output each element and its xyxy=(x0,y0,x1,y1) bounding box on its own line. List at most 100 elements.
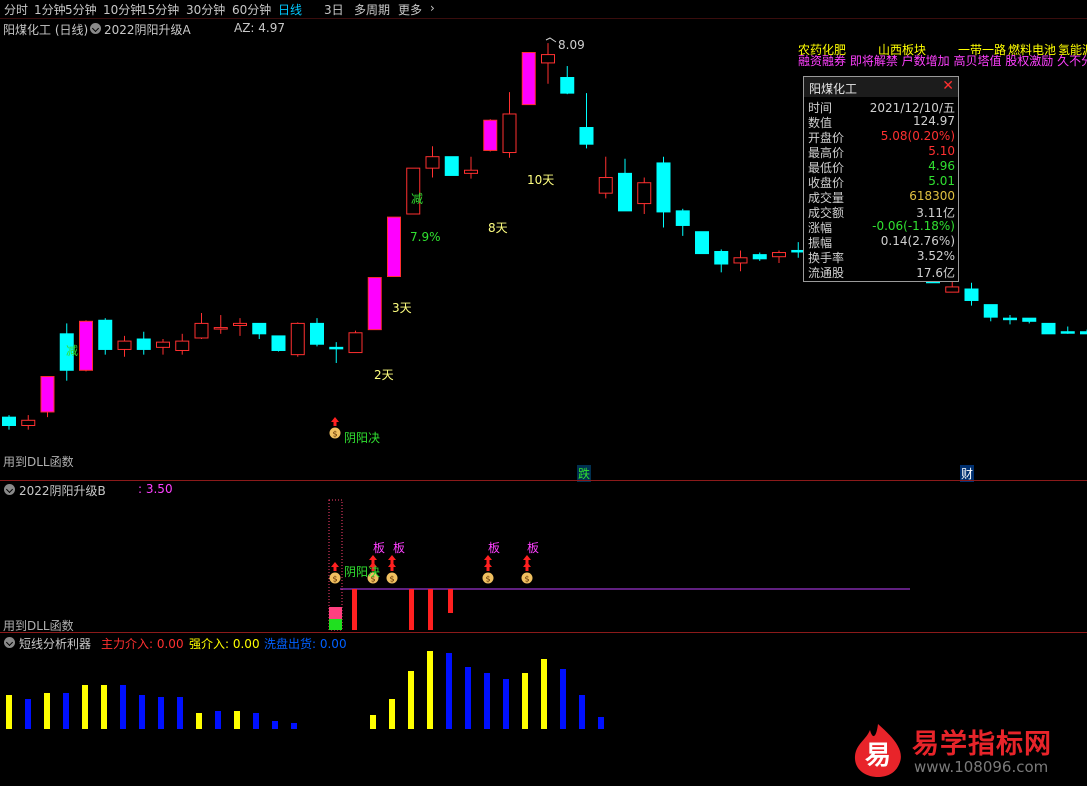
candle[interactable] xyxy=(194,312,209,340)
histogram-bar xyxy=(82,685,88,729)
info-row: 振幅 0.14(2.76%) xyxy=(804,234,958,250)
candle[interactable] xyxy=(618,158,632,212)
candle[interactable] xyxy=(40,376,55,418)
candle[interactable] xyxy=(2,415,16,430)
candle[interactable] xyxy=(579,93,594,149)
histogram-bar xyxy=(139,695,145,729)
histogram-bar xyxy=(503,679,509,729)
candle[interactable] xyxy=(1080,329,1087,335)
period-multi[interactable]: 多周期 xyxy=(354,1,390,18)
annotation-8days: 8天 xyxy=(488,221,508,235)
candle[interactable] xyxy=(367,277,382,331)
candle[interactable] xyxy=(964,282,979,306)
histogram-bar xyxy=(44,693,50,729)
candle[interactable] xyxy=(675,208,690,236)
candle[interactable] xyxy=(136,331,151,355)
candle[interactable] xyxy=(560,66,575,95)
histogram-bar xyxy=(598,717,604,729)
close-icon[interactable]: ✕ xyxy=(942,78,954,94)
histogram-bar xyxy=(120,685,126,729)
histogram-bar xyxy=(541,659,547,729)
candle[interactable] xyxy=(1022,317,1037,324)
up-arrow-icon xyxy=(484,555,492,564)
info-row: 开盘价 5.08(0.20%) xyxy=(804,129,958,145)
candle[interactable] xyxy=(521,52,536,106)
svg-text:$: $ xyxy=(485,575,490,584)
svg-text:$: $ xyxy=(332,575,337,584)
info-row-value: 5.01 xyxy=(928,174,955,188)
candle[interactable] xyxy=(598,156,613,199)
candle[interactable] xyxy=(483,119,498,152)
annotation-2days: 2天 xyxy=(374,368,394,382)
annotation-10days: 10天 xyxy=(527,173,555,187)
period-3day[interactable]: 3日 xyxy=(324,1,344,18)
signal-bar-red xyxy=(352,589,357,630)
info-row-value: 124.97 xyxy=(913,114,955,128)
dll-footer-a: 用到DLL函数 xyxy=(3,455,74,469)
candle[interactable] xyxy=(387,216,401,278)
candle[interactable] xyxy=(444,156,459,176)
candle[interactable] xyxy=(348,330,363,354)
info-window-title: 阳煤化工 xyxy=(809,82,858,96)
candle[interactable] xyxy=(98,318,113,355)
period-60min[interactable]: 60分钟 xyxy=(232,1,271,18)
candle[interactable] xyxy=(310,318,324,347)
period-1min[interactable]: 1分钟 xyxy=(34,1,66,18)
quote-info-window[interactable]: 阳煤化工 ✕ 时间 2021/12/10/五 数值 124.97 开盘价 5.08(0.2… xyxy=(803,76,959,282)
period-minute-chart[interactable]: 分时 xyxy=(4,1,28,18)
candle[interactable] xyxy=(772,250,786,263)
money-bag-icon: $ xyxy=(521,562,533,584)
info-row: 成交额 3.11亿 xyxy=(804,204,958,220)
candle[interactable] xyxy=(213,315,228,334)
candle[interactable] xyxy=(983,304,998,322)
watermark-logo-icon: 易 xyxy=(854,724,901,777)
period-10min[interactable]: 10分钟 xyxy=(103,1,142,18)
candle[interactable] xyxy=(271,335,286,352)
candle[interactable] xyxy=(233,318,247,336)
candle[interactable] xyxy=(502,92,517,158)
chevron-right-icon[interactable]: › xyxy=(430,1,435,15)
candle[interactable] xyxy=(156,339,170,355)
annotation-3days: 3天 xyxy=(392,301,412,315)
candle[interactable] xyxy=(117,335,132,357)
candle[interactable] xyxy=(1060,326,1075,334)
candle[interactable] xyxy=(1003,315,1017,325)
candle[interactable] xyxy=(541,43,555,84)
period-5min[interactable]: 5分钟 xyxy=(65,1,97,18)
histogram-bar xyxy=(215,711,221,729)
period-30min[interactable]: 30分钟 xyxy=(186,1,225,18)
indicator-b-chart[interactable]: $ $ $ $ $ xyxy=(0,481,1087,632)
candle[interactable] xyxy=(695,231,709,255)
candle[interactable] xyxy=(175,333,190,355)
candle[interactable] xyxy=(329,342,344,363)
histogram-bar xyxy=(408,671,414,729)
info-window-titlebar[interactable]: 阳煤化工 ✕ xyxy=(804,77,958,97)
candle[interactable] xyxy=(290,322,305,357)
peak-price-label: 8.09 xyxy=(558,38,585,52)
candle[interactable] xyxy=(21,415,36,430)
candle[interactable] xyxy=(464,156,478,179)
candle[interactable] xyxy=(656,156,671,228)
candle[interactable] xyxy=(714,249,729,273)
candle[interactable] xyxy=(252,322,267,340)
period-15min[interactable]: 15分钟 xyxy=(140,1,179,18)
signal-bar-red xyxy=(409,589,414,630)
signal-bar-green xyxy=(329,619,342,630)
candle[interactable] xyxy=(79,320,93,372)
up-arrow-icon xyxy=(388,555,396,564)
ban-label-3: 板 xyxy=(488,541,501,555)
candle[interactable] xyxy=(733,250,748,272)
candle[interactable] xyxy=(637,177,652,214)
money-bag-icon: $ xyxy=(329,417,341,439)
histogram-bar xyxy=(370,715,376,729)
period-more[interactable]: 更多 xyxy=(398,1,422,18)
money-bag-icon: $ xyxy=(386,562,398,584)
candle[interactable] xyxy=(425,146,440,178)
info-row: 换手率 3.52% xyxy=(804,249,958,265)
histogram-bar xyxy=(446,653,452,729)
info-row: 成交量 618300 xyxy=(804,189,958,205)
candle[interactable] xyxy=(752,252,767,261)
period-daily[interactable]: 日线 xyxy=(278,1,302,18)
info-row: 数值 124.97 xyxy=(804,114,958,130)
candle[interactable] xyxy=(1041,322,1056,335)
